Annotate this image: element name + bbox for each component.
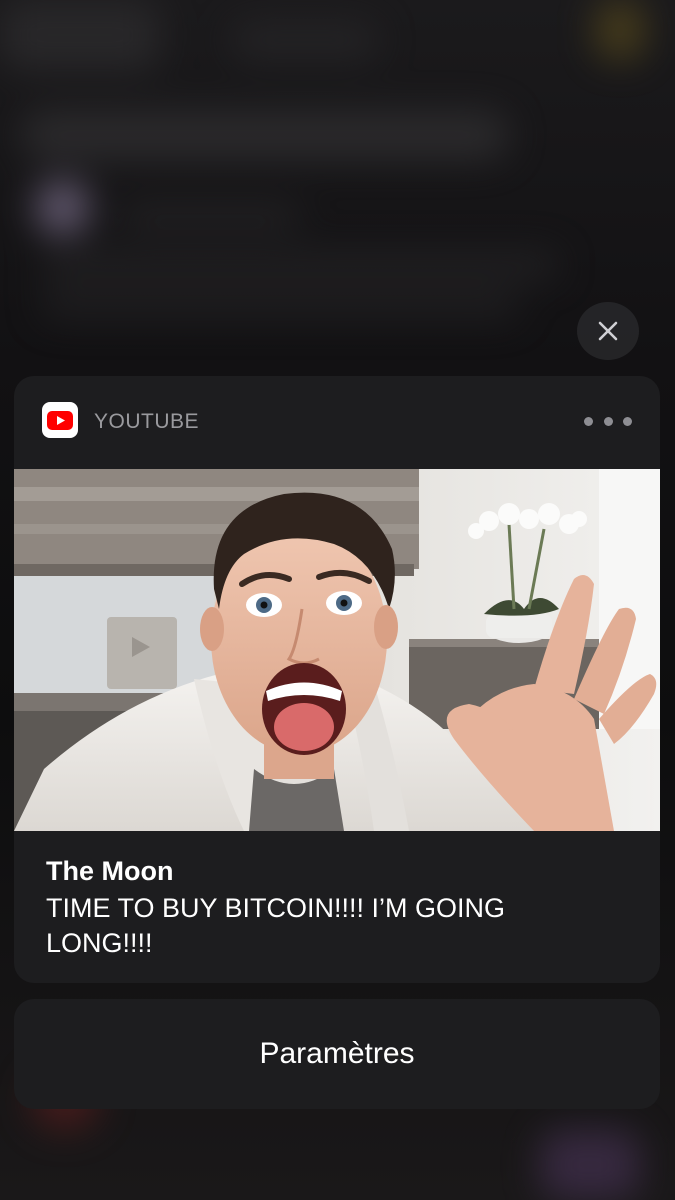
more-options-icon — [584, 416, 593, 426]
notification-header: YOUTUBE — [14, 376, 660, 469]
app-name: YOUTUBE — [94, 410, 200, 433]
video-thumbnail[interactable] — [14, 469, 660, 831]
close-button[interactable] — [577, 302, 639, 360]
settings-button[interactable]: Paramètres — [14, 999, 660, 1109]
notification-card[interactable]: YOUTUBE The Moon TIME TO BUY BITCOIN!!!!… — [14, 376, 660, 983]
more-options-button[interactable] — [584, 408, 632, 434]
close-icon — [598, 321, 618, 341]
notification-message: TIME TO BUY BITCOIN!!!! I’M GOING LONG!!… — [46, 893, 506, 958]
youtube-icon — [42, 402, 78, 438]
lock-screen: YOUTUBE The Moon TIME TO BUY BITCOIN!!!!… — [0, 0, 675, 1200]
notification-title: The Moon — [46, 856, 174, 886]
